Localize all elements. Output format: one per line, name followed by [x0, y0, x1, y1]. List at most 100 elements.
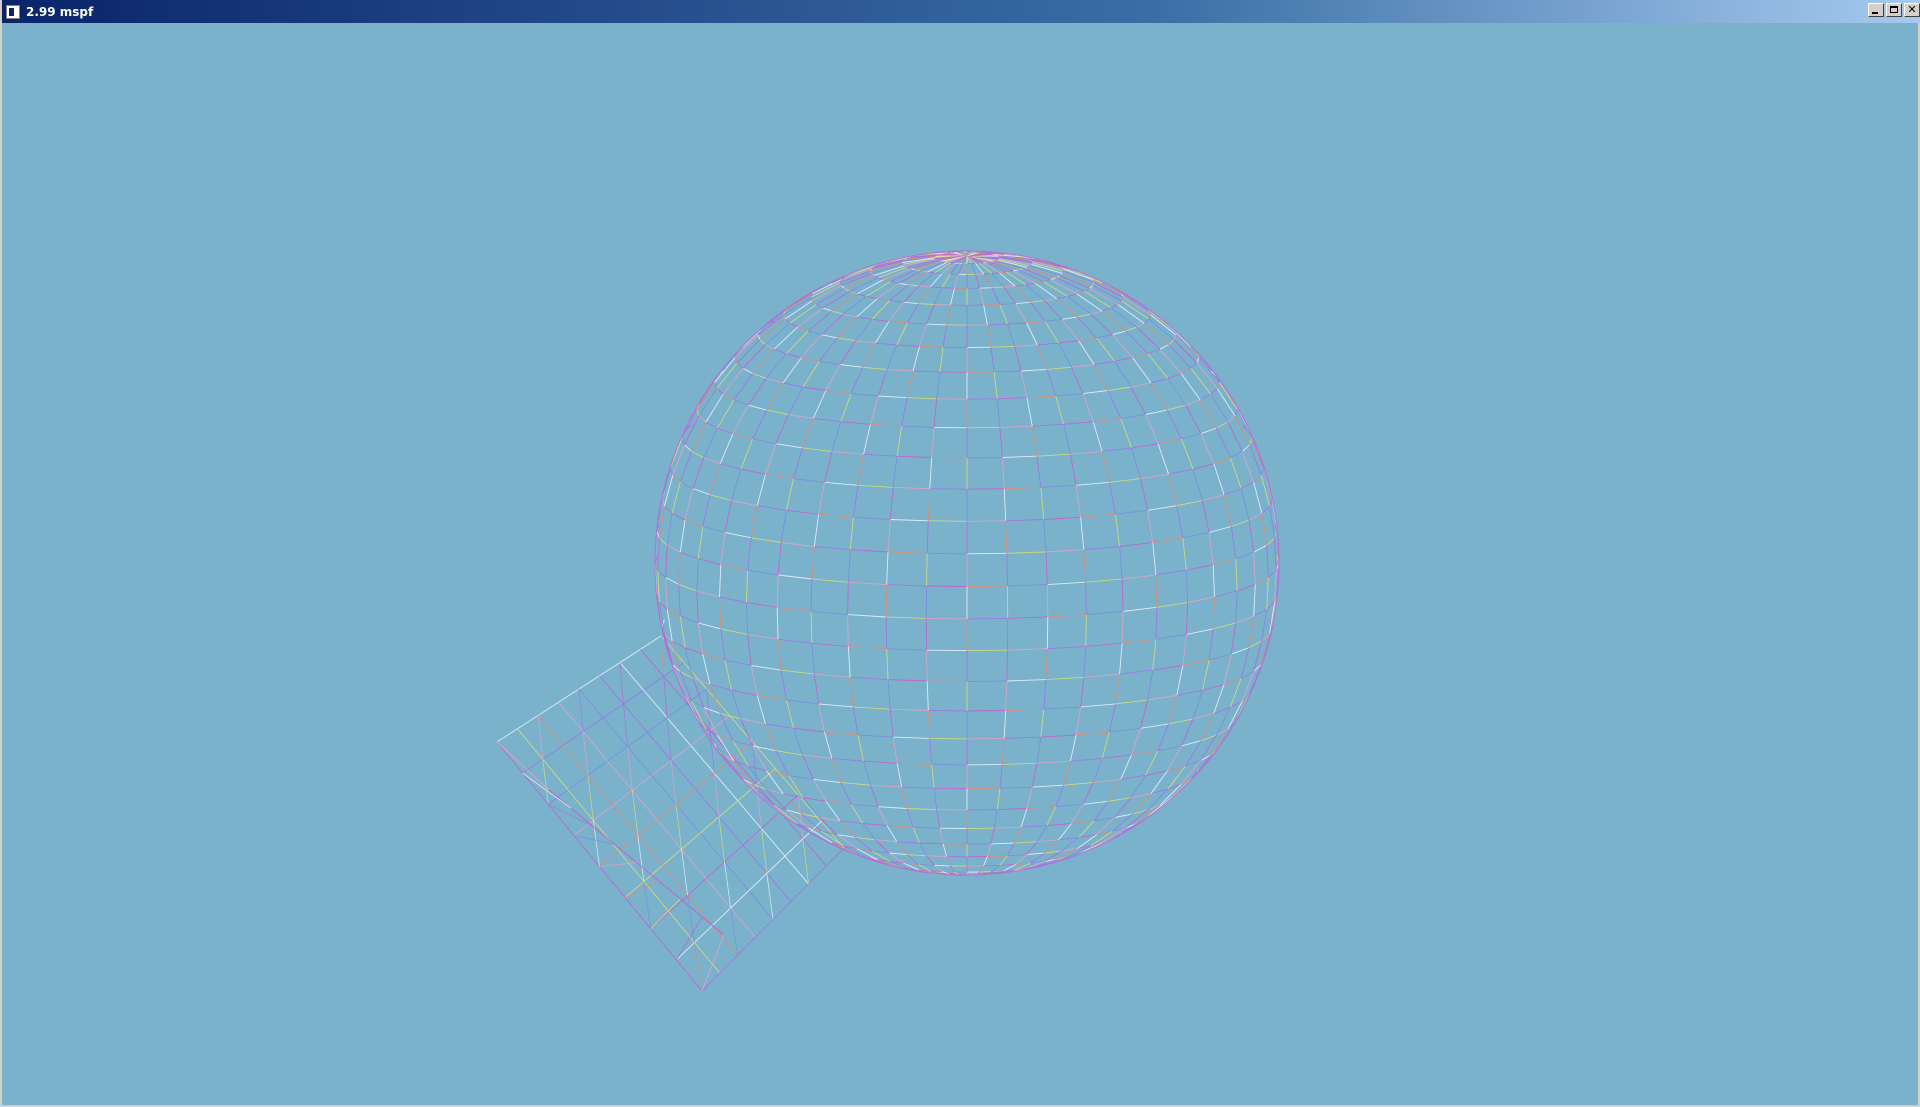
mesh-edge [1007, 322, 1027, 325]
mesh-edge [1241, 671, 1255, 702]
mesh-edge [908, 271, 928, 286]
mesh-edge [657, 569, 666, 578]
mesh-edge [1071, 820, 1095, 824]
mesh-edge [919, 323, 928, 347]
mesh-edge [1235, 551, 1254, 560]
app-icon[interactable] [6, 4, 20, 19]
mesh-edge [1047, 581, 1086, 586]
render-viewport[interactable] [4, 23, 1920, 1105]
mesh-edge [1063, 761, 1071, 786]
mesh-edge [866, 281, 891, 297]
mesh-edge [1167, 373, 1182, 379]
mesh-edge [1083, 646, 1087, 678]
title-bar[interactable]: 2.99 mspf ✕ [2, 0, 1920, 23]
mesh-edge [818, 513, 854, 518]
mesh-edge [1131, 750, 1159, 756]
mesh-edge [853, 706, 891, 710]
mesh-edge [1199, 399, 1217, 429]
mesh-edge [675, 804, 682, 850]
mesh-edge [709, 463, 721, 495]
maximize-icon[interactable] [1886, 3, 1902, 17]
mesh-edge [1145, 750, 1159, 776]
mesh-edge [1083, 546, 1120, 551]
mesh-edge [1069, 454, 1077, 486]
mesh-edge [776, 607, 779, 640]
mesh-edge [1014, 285, 1031, 303]
mesh-edge [781, 542, 815, 547]
mesh-edge [666, 513, 673, 546]
mesh-edge [703, 427, 718, 458]
minimize-icon[interactable] [1868, 3, 1884, 17]
mesh-edge [1240, 488, 1250, 521]
mesh-edge [669, 467, 674, 476]
mesh-edge [1093, 364, 1109, 391]
mesh-edge [784, 318, 791, 324]
mesh-edge [1036, 825, 1048, 842]
mesh-edge [788, 774, 814, 780]
mesh-edge [1096, 337, 1115, 362]
mesh-edge [797, 326, 809, 332]
mesh-edge [1173, 339, 1198, 364]
mesh-edge [782, 357, 802, 384]
mesh-edge [931, 427, 935, 458]
mesh-edge [1040, 487, 1045, 520]
mesh-edge [665, 545, 668, 578]
mesh-edge [759, 339, 766, 345]
mesh-edge [1147, 353, 1169, 379]
mesh-edge [1036, 737, 1042, 764]
mesh-edge [892, 456, 898, 488]
mesh-edge [810, 610, 848, 616]
mesh-edge [990, 828, 995, 844]
mesh-edge [1114, 514, 1121, 547]
mesh-edge [847, 614, 887, 618]
mesh-edge [888, 320, 908, 324]
mesh-edge [1026, 806, 1056, 809]
mesh-edge [999, 271, 1007, 274]
mesh-edge [1043, 679, 1047, 710]
mesh-edge [818, 482, 825, 515]
mesh-edge [1115, 509, 1148, 515]
close-icon[interactable]: ✕ [1904, 3, 1920, 17]
mesh-edge [839, 340, 856, 365]
mesh-edge [1005, 708, 1044, 711]
mesh-edge [1004, 486, 1041, 490]
mesh-edge [1157, 723, 1169, 751]
mesh-edge [1196, 357, 1200, 364]
mesh-edge [934, 272, 943, 274]
mesh-edge [812, 779, 827, 802]
mesh-edge [1015, 301, 1031, 305]
mesh-edge [1069, 734, 1077, 762]
mesh-edge [886, 551, 889, 585]
mesh-edge [1082, 782, 1094, 805]
mesh-edge [1253, 584, 1256, 617]
mesh-edge [1078, 340, 1095, 365]
mesh-edge [756, 784, 762, 829]
mesh-edge [1046, 369, 1057, 397]
mesh-edge [802, 754, 814, 780]
mesh-edge [813, 778, 841, 784]
mesh-edge [1044, 318, 1063, 322]
mesh-edge [999, 764, 1003, 789]
mesh-edge [1223, 488, 1242, 496]
mesh-edge [878, 395, 908, 399]
mesh-edge [783, 314, 786, 320]
mesh-edge [1020, 808, 1028, 828]
mesh-edge [793, 478, 825, 483]
mesh-edge [1136, 805, 1161, 825]
mesh-edge [837, 337, 856, 342]
mesh-edge [889, 709, 894, 738]
mesh-edge [928, 710, 968, 712]
mesh-edge [1109, 478, 1141, 483]
mesh-edge [1227, 415, 1236, 423]
mesh-edge [825, 364, 841, 391]
mesh-edge [759, 318, 786, 341]
mesh-edge [999, 786, 1033, 789]
mesh-edge [983, 856, 988, 867]
mesh-edge [1040, 484, 1077, 488]
mesh-edge [1150, 377, 1168, 384]
mesh-edge [1080, 703, 1116, 708]
mesh-edge [1210, 728, 1229, 756]
scene-canvas [496, 250, 1280, 992]
mesh-edge [1200, 433, 1215, 464]
mesh-edge [746, 602, 778, 608]
